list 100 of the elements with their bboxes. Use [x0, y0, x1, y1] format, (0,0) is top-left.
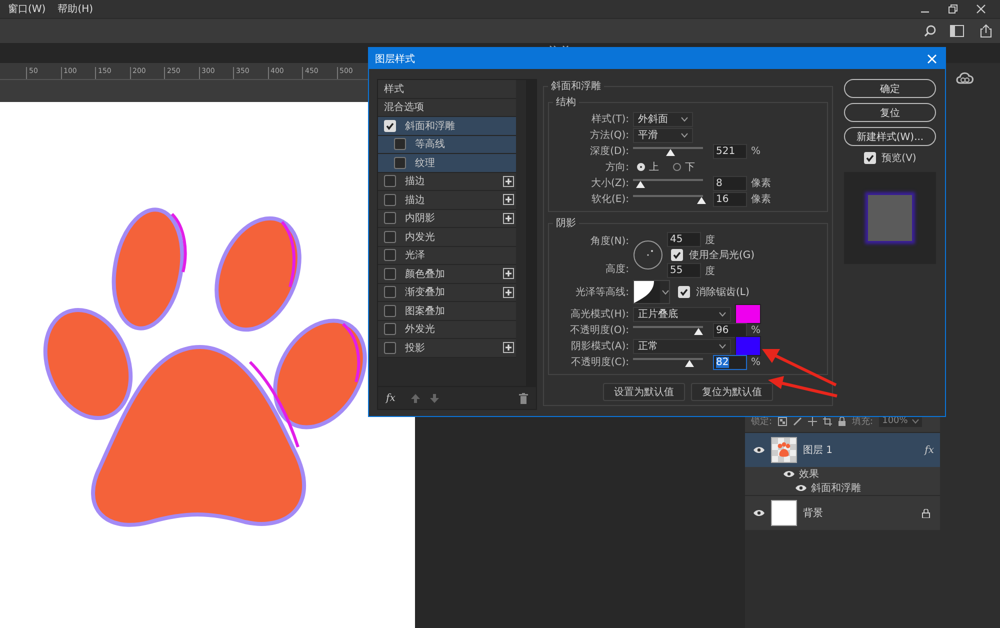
slider-thumb[interactable] [697, 197, 706, 204]
dropdown[interactable]: 正片叠底 [633, 306, 731, 322]
style-item[interactable]: 投影 [378, 339, 516, 358]
slider[interactable] [633, 326, 703, 334]
slider[interactable] [633, 147, 703, 155]
dropdown[interactable]: 正常 [633, 338, 731, 354]
caret-icon [719, 312, 726, 316]
section-title: 斜面和浮雕 [550, 80, 602, 93]
field-label: 阴影模式(A): [570, 340, 629, 353]
style-item[interactable]: 混合选项 [378, 98, 516, 117]
lock-pixels-icon[interactable] [778, 416, 788, 426]
style-item[interactable]: 样式 [378, 80, 516, 98]
checkbox[interactable] [384, 304, 396, 317]
layer-row[interactable]: 图层 1 fx [745, 432, 940, 467]
plus-icon[interactable] [503, 342, 514, 354]
contour-picker[interactable] [633, 280, 670, 304]
menu-item[interactable]: 帮助(H) [58, 2, 94, 16]
preview-square [868, 195, 912, 241]
style-item[interactable]: 颜色叠加 [378, 265, 516, 284]
checkbox[interactable] [384, 342, 396, 354]
close-icon[interactable] [976, 4, 986, 14]
style-item[interactable]: 等高线 [378, 136, 516, 154]
checkbox[interactable] [384, 175, 396, 188]
action-button[interactable]: 新建样式(W)... [844, 127, 936, 146]
search-icon[interactable] [924, 25, 936, 37]
number-field[interactable]: 55 [667, 263, 701, 278]
slider-thumb[interactable] [666, 149, 676, 156]
eye-icon[interactable] [783, 470, 795, 478]
style-item[interactable]: 图案叠加 [378, 302, 516, 320]
checkbox[interactable] [384, 268, 396, 280]
action-button[interactable]: 复位 [844, 103, 936, 122]
radio-button[interactable] [673, 163, 681, 171]
style-item[interactable]: 渐变叠加 [378, 284, 516, 302]
workspace-icon[interactable] [950, 25, 966, 37]
style-item[interactable]: 外发光 [378, 320, 516, 339]
fx-icon[interactable]: fx [386, 392, 402, 404]
menu-item[interactable]: 窗口(W) [8, 2, 46, 16]
unit-label: % [751, 324, 761, 336]
layer-name: 图层 1 [803, 444, 834, 457]
style-item[interactable]: 描边 [378, 191, 516, 210]
dropdown[interactable]: 外斜面 [633, 112, 693, 126]
ok-button[interactable]: 确定 [844, 79, 936, 98]
slider[interactable] [633, 195, 703, 203]
trash-icon[interactable] [519, 392, 528, 404]
plus-icon[interactable] [503, 268, 514, 280]
layer-name: 背景 [803, 506, 824, 520]
checkbox[interactable] [384, 212, 396, 224]
checkbox[interactable] [394, 156, 406, 169]
brush-icon[interactable] [793, 416, 802, 426]
checkbox-label: 消除锯齿(L) [696, 286, 750, 299]
checkbox[interactable] [384, 249, 396, 262]
layer-row[interactable]: 背景 [745, 495, 940, 530]
plus-icon[interactable] [503, 286, 514, 298]
number-field[interactable]: 82 [713, 354, 747, 370]
slider[interactable] [633, 358, 703, 366]
style-item[interactable]: 内发光 [378, 228, 516, 246]
up-arrow-icon[interactable] [411, 394, 420, 402]
dropdown[interactable]: 平滑 [633, 128, 693, 142]
checkbox[interactable] [384, 286, 396, 298]
share-icon[interactable] [980, 24, 992, 38]
color-swatch[interactable] [735, 336, 761, 356]
number-field[interactable]: 8 [713, 176, 747, 190]
checkbox[interactable] [384, 194, 396, 206]
checkbox[interactable] [394, 138, 406, 150]
default-button[interactable]: 复位为默认值 [691, 383, 773, 401]
fx-icon[interactable]: fx [924, 444, 940, 456]
style-item[interactable]: 内阴影 [378, 210, 516, 228]
plus-icon[interactable] [503, 176, 514, 187]
plus-icon[interactable] [503, 212, 514, 224]
slider[interactable] [633, 179, 703, 187]
lock-icon[interactable] [838, 416, 846, 426]
crop-icon[interactable] [823, 416, 832, 426]
slider-thumb[interactable] [636, 181, 646, 188]
default-button[interactable]: 设置为默认值 [603, 383, 685, 401]
checkbox[interactable] [384, 230, 396, 243]
eye-icon[interactable] [795, 484, 807, 492]
unit-label: % [751, 146, 761, 156]
down-arrow-icon[interactable] [430, 394, 440, 402]
cloud-icon[interactable] [956, 71, 974, 85]
eye-icon[interactable] [753, 509, 765, 517]
slider-thumb[interactable] [685, 360, 694, 367]
restore-icon[interactable] [948, 4, 958, 14]
radio-label: 下 [685, 161, 695, 174]
color-swatch[interactable] [735, 304, 761, 324]
style-item[interactable]: 描边 [378, 172, 516, 191]
number-field[interactable]: 521 [713, 144, 747, 158]
style-item[interactable]: 纹理 [378, 154, 516, 172]
move-icon[interactable] [808, 416, 818, 426]
plus-icon[interactable] [503, 194, 514, 206]
checkbox[interactable] [384, 323, 396, 336]
number-field[interactable]: 96 [713, 322, 747, 338]
caret-icon [681, 116, 688, 122]
checkbox-label: 使用全局光(G) [689, 248, 755, 262]
style-item[interactable]: 光泽 [378, 246, 516, 265]
contour-icon [634, 281, 660, 303]
eye-icon[interactable] [753, 446, 765, 454]
slider-thumb[interactable] [694, 328, 704, 335]
number-field[interactable]: 16 [713, 192, 747, 206]
number-field[interactable]: 45 [667, 232, 701, 247]
style-item[interactable]: 斜面和浮雕 [378, 117, 516, 136]
